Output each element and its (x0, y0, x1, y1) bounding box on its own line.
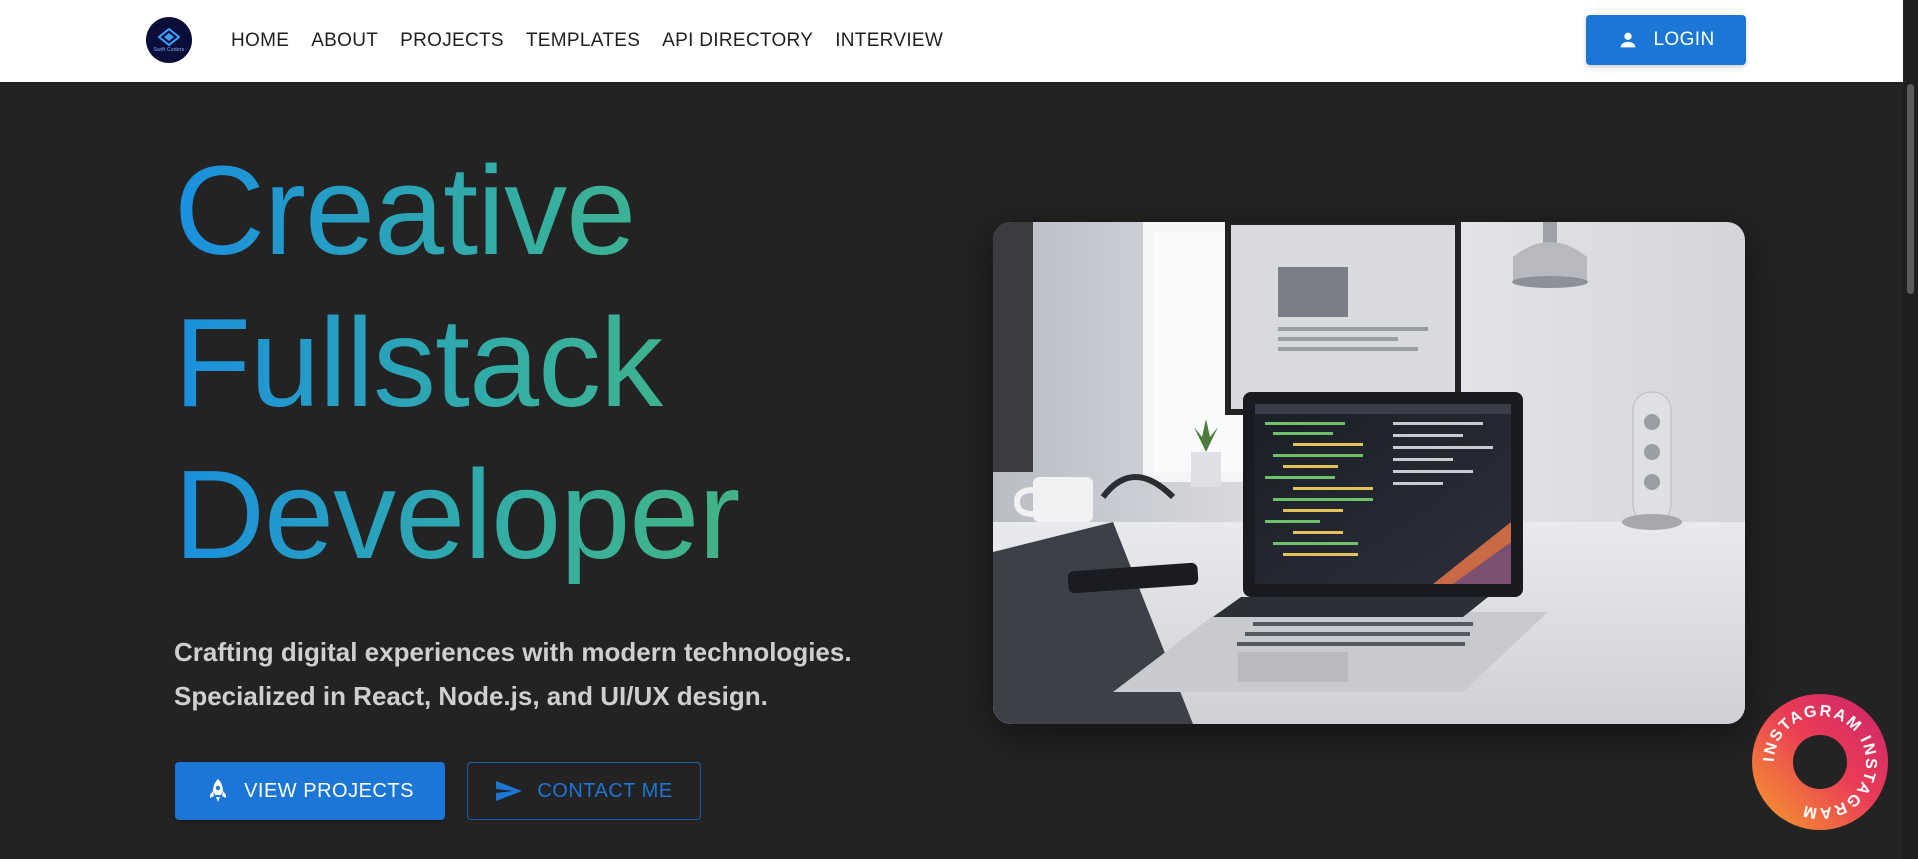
nav-about[interactable]: ABOUT (300, 30, 389, 52)
developer-desk-photo (993, 222, 1745, 724)
nav-home[interactable]: HOME (220, 30, 300, 52)
login-label: LOGIN (1653, 29, 1715, 50)
hero-title-line-1: Creative (174, 135, 774, 287)
nav-interview[interactable]: INTERVIEW (824, 30, 954, 52)
hero-subtitle: Crafting digital experiences with modern… (174, 630, 934, 718)
top-navbar: Swift Coders HOME ABOUT PROJECTS TEMPLAT… (0, 0, 1918, 82)
nav-templates[interactable]: TEMPLATES (515, 30, 651, 52)
rocket-icon (210, 779, 227, 802)
main-nav: HOME ABOUT PROJECTS TEMPLATES API DIRECT… (220, 0, 954, 82)
page-scrollbar[interactable] (1903, 0, 1918, 859)
site-logo[interactable]: Swift Coders (146, 17, 192, 63)
view-projects-label: VIEW PROJECTS (244, 779, 414, 802)
contact-me-button[interactable]: CONTACT ME (467, 762, 701, 820)
hero-title-line-2: Fullstack (174, 287, 774, 439)
hero-subtitle-line-2: Specialized in React, Node.js, and UI/UX… (174, 681, 768, 711)
hero-title-line-3: Developer (174, 439, 774, 591)
view-projects-button[interactable]: VIEW PROJECTS (175, 762, 445, 820)
login-button[interactable]: LOGIN (1586, 15, 1746, 65)
hero-image (993, 222, 1745, 724)
logo-mark-icon (158, 27, 180, 46)
hero-title: Creative Fullstack Developer (174, 135, 774, 591)
logo-text: Swift Coders (153, 46, 185, 53)
send-icon (496, 781, 523, 801)
contact-me-label: CONTACT ME (537, 779, 673, 802)
nav-projects[interactable]: PROJECTS (389, 30, 515, 52)
hero-subtitle-line-1: Crafting digital experiences with modern… (174, 637, 852, 667)
instagram-badge-icon: INSTAGRAM INSTAGRAM (1761, 703, 1877, 822)
nav-api-directory[interactable]: API DIRECTORY (651, 30, 824, 52)
scrollbar-thumb[interactable] (1907, 84, 1914, 294)
instagram-badge[interactable]: INSTAGRAM INSTAGRAM (1752, 694, 1888, 830)
person-icon (1621, 32, 1636, 48)
